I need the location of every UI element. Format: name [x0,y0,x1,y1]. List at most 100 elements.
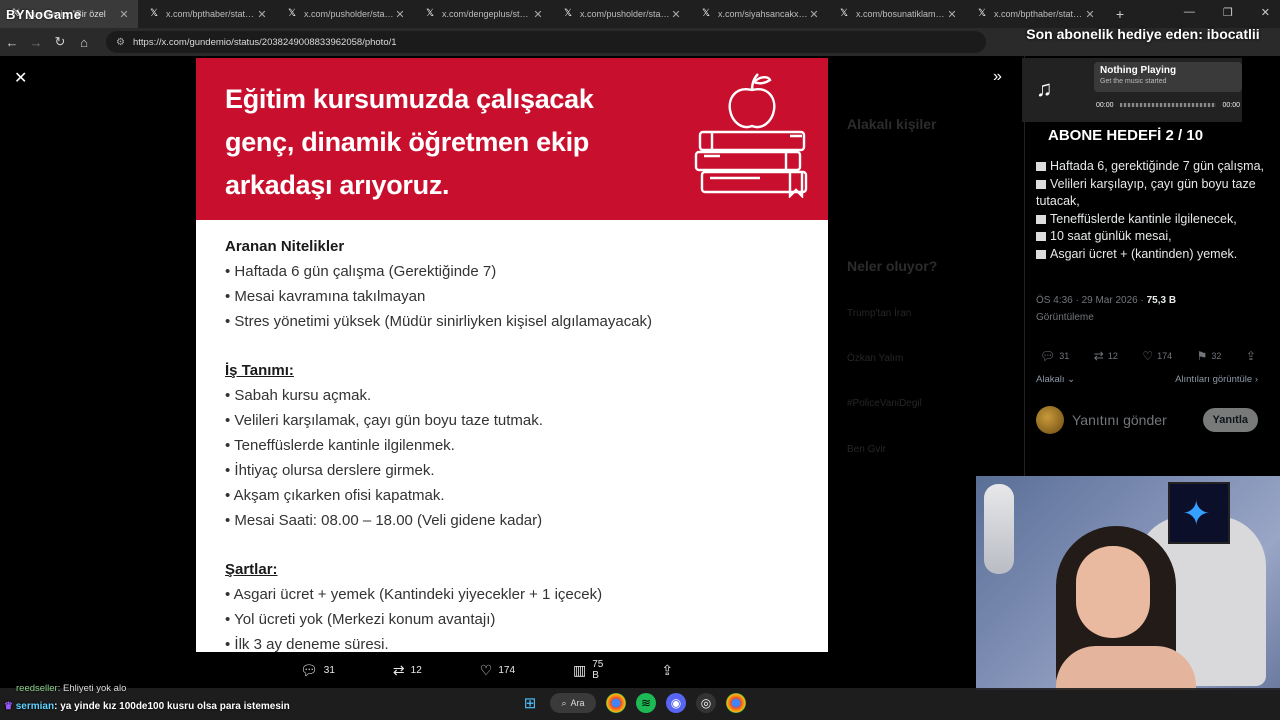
tweet-line: Velileri karşılayıp, çayı gün boyu taze … [1036,176,1272,211]
x-logo-icon: 𝕏 [701,8,711,19]
repost-action[interactable]: ⇄ 12 [1094,349,1118,363]
share-action[interactable]: ⇪ [1246,349,1256,363]
reload-icon[interactable]: ↻ [48,34,72,50]
reply-icon: 💬︎ [1040,349,1056,363]
tweet-line: Haftada 6, gerektiğinde 7 gün çalışma, [1036,158,1272,176]
view-quotes-link[interactable]: Alıntıları görüntüle › [1175,374,1258,385]
avatar [1036,406,1064,434]
forward-icon[interactable]: → [24,35,48,50]
views-action[interactable]: ▥ 75 B [573,659,603,681]
spotify-icon[interactable]: ≋ [636,693,656,713]
windows-start-icon[interactable]: ⊞ [520,693,540,713]
browser-tab[interactable]: 𝕏x.com/pusholder/status/2✕ [552,0,690,28]
tab-title: x.com/bosunatiklama/sta [856,9,946,19]
tweet-time[interactable]: ÖS 4:36 · 29 Mar 2026 · [1036,295,1144,306]
expand-sidebar-icon[interactable]: » [993,68,1002,86]
repost-icon: ⇄ [1093,349,1104,363]
chat-text: : ya yinde kız 100de100 kusru olsa para … [54,701,290,712]
search-label: Ara [570,698,585,708]
close-tab-icon[interactable]: ✕ [808,8,820,21]
home-icon[interactable]: ⌂ [72,35,96,50]
trend-item: Ben Gvir [847,444,886,455]
chat-username: sermian [15,701,55,712]
chrome-icon[interactable] [726,693,746,713]
x-logo-icon: 𝕏 [425,8,435,19]
sort-dropdown[interactable]: Alakalı ⌄ [1036,374,1075,385]
discord-icon[interactable]: ◉ [666,693,686,713]
new-tab-button[interactable]: + [1110,6,1130,22]
photo-stats-bar: 💬︎ 31 ⇄ 12 ♡ 174 ▥ 75 B ⇪ [300,659,720,681]
views-icon: ▥ [573,661,587,678]
tweet-views-count: 75,3 B [1146,295,1177,306]
reply-input[interactable]: Yanıtını gönder [1072,412,1203,428]
tweet-photo[interactable]: Eğitim kursumuzda çalışacak genç, dinami… [196,58,828,652]
tab-title: x.com/pusholder/status/2 [580,9,670,19]
books-apple-icon [690,68,814,203]
sub-goal-overlay: ABONE HEDEFİ 2 / 10 [1048,127,1204,144]
like-action[interactable]: ♡ 174 [480,662,515,679]
tweet-line: Asgari ücret + (kantinden) yemek. [1036,246,1272,264]
obs-icon[interactable]: ◎ [696,693,716,713]
chrome-icon[interactable] [606,693,626,713]
close-tab-icon[interactable]: ✕ [532,8,544,21]
maximize-icon[interactable]: ❐ [1223,6,1233,19]
like-action[interactable]: ♡ 174 [1142,349,1172,363]
sort-label: Alakalı [1036,374,1065,385]
browser-tab[interactable]: 𝕏x.com/bpthaber/status/2 ✕ [138,0,276,28]
back-icon[interactable]: ← [0,35,24,50]
close-tab-icon[interactable]: ✕ [394,8,406,21]
url-field[interactable]: ⚙ https://x.com/gundemio/status/20382490… [106,31,986,53]
webcam-overlay: ✦ [976,476,1280,690]
x-logo-icon: 𝕏 [839,8,849,19]
taskbar-icons: ⊞ ⌕ Ara ≋ ◉ ◎ [520,693,746,713]
section-title: Aranan Nitelikler [225,238,345,255]
reply-action[interactable]: 💬︎ 31 [300,662,335,679]
browser-tab[interactable]: 𝕏x.com/pusholder/status/2✕ [276,0,414,28]
square-emoji-icon [1036,214,1046,224]
trend-item: Trump'tan İran [847,308,912,319]
views-count: 75 B [592,659,604,681]
close-tab-icon[interactable]: ✕ [118,8,130,21]
chevron-down-icon: ⌄ [1067,374,1076,385]
site-info-icon[interactable]: ⚙ [116,37,125,48]
close-window-icon[interactable]: ✕ [1261,6,1270,19]
tweet-line: Teneffüslerde kantinle ilgilenecek, [1036,211,1272,229]
square-emoji-icon [1036,179,1046,189]
square-emoji-icon [1036,249,1046,259]
tab-title: x.com/dengeplus/status/2 [442,9,532,19]
browser-tab[interactable]: 𝕏x.com/bosunatiklama/sta ✕ [828,0,966,28]
tab-title: x.com/bpthaber/status/2 [166,9,256,19]
tweet-line-text: Teneffüslerde kantinle ilgilenecek, [1050,211,1237,226]
repost-action[interactable]: ⇄ 12 [393,662,422,679]
window-controls: — ❐ ✕ [1184,6,1270,19]
streamer-face [1076,546,1150,638]
close-tab-icon[interactable]: ✕ [256,8,268,21]
minimize-icon[interactable]: — [1184,6,1195,19]
browser-tab[interactable]: 𝕏x.com/dengeplus/status/2✕ [414,0,552,28]
close-tab-icon[interactable]: ✕ [1084,8,1096,21]
tab-title: x.com/bpthaber/status/2 [994,9,1084,19]
share-action[interactable]: ⇪ [661,662,673,679]
tab-title: x.com/siyahsancakx/stat [718,9,808,19]
browser-tab[interactable]: 𝕏x.com/siyahsancakx/stat ✕ [690,0,828,28]
search-icon: ⌕ [561,697,567,708]
butterfly-art: ✦ [1168,482,1230,544]
now-playing-subtitle: Get the music started [1100,78,1167,85]
browser-tab[interactable]: 𝕏x.com/bpthaber/status/2 ✕ [966,0,1104,28]
section-title: İş Tanımı: [225,362,294,379]
bullet-line: • Yol ücreti yok (Merkezi konum avantajı… [225,611,496,628]
tweet-line: 10 saat günlük mesai, [1036,228,1272,246]
close-icon[interactable]: ✕ [14,68,27,88]
photo-body: Aranan Nitelikler • Haftada 6 gün çalışma… [196,220,828,652]
close-tab-icon[interactable]: ✕ [946,8,958,21]
music-time-start: 00:00 [1096,101,1114,109]
bullet-line: • Sabah kursu açmak. [225,387,372,404]
reply-action[interactable]: 💬︎ 31 [1040,349,1069,363]
reply-button[interactable]: Yanıtla [1202,408,1258,432]
reply-sort-row: Alakalı ⌄ Alıntıları görüntüle › [1036,374,1258,385]
reply-count: 31 [1059,351,1070,361]
taskbar-search[interactable]: ⌕ Ara [550,693,596,713]
bookmark-action[interactable]: ⚑ 32 [1197,349,1222,363]
x-logo-icon: 𝕏 [287,8,297,19]
close-tab-icon[interactable]: ✕ [670,8,682,21]
